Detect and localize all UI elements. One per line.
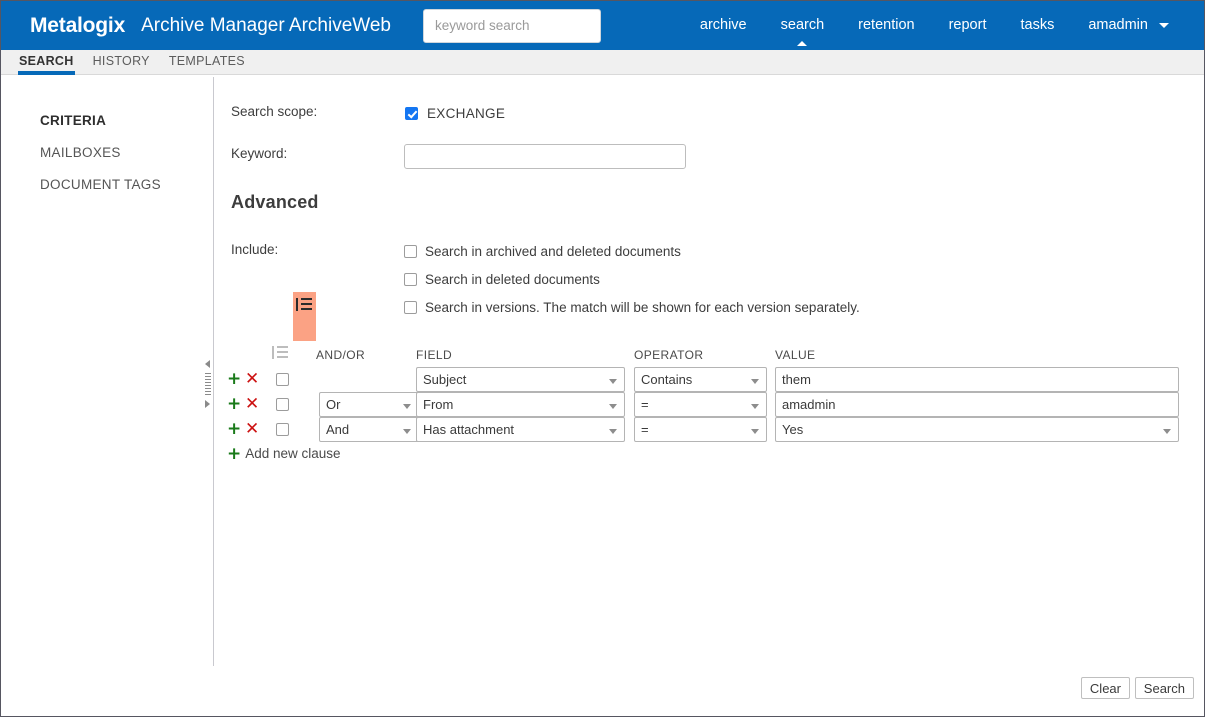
header-search-input[interactable] xyxy=(423,8,601,43)
operator-select[interactable]: = xyxy=(634,417,767,442)
nav-item-user-menu[interactable]: amadmin xyxy=(1071,1,1186,50)
field-select[interactable]: Subject xyxy=(416,367,625,392)
nav-item-report[interactable]: report xyxy=(932,1,1004,50)
sidebar-item-mailboxes[interactable]: MAILBOXES xyxy=(1,141,213,164)
app-header: Metalogix Archive Manager ArchiveWeb arc… xyxy=(1,1,1204,50)
tab-templates[interactable]: TEMPLATES xyxy=(168,50,246,75)
clause-group-highlight[interactable] xyxy=(293,292,316,341)
drag-grip-icon[interactable] xyxy=(205,373,211,395)
search-scope-label: Search scope: xyxy=(231,104,318,119)
row-select-checkbox[interactable] xyxy=(276,423,289,436)
column-header-operator: OPERATOR xyxy=(634,348,704,362)
nav-label-archive: archive xyxy=(699,17,747,33)
expand-right-icon[interactable] xyxy=(205,400,210,408)
nav-label-retention: retention xyxy=(858,17,915,33)
tab-label-history: HISTORY xyxy=(92,54,150,68)
operator-select[interactable]: Contains xyxy=(634,367,767,392)
footer-actions: Clear Search xyxy=(1,666,1204,716)
include-versions-checkbox[interactable] xyxy=(404,301,417,314)
bracket-list-icon xyxy=(296,298,312,311)
advanced-heading: Advanced xyxy=(231,192,319,212)
tab-label-search: SEARCH xyxy=(19,54,74,68)
search-scope-row: EXCHANGE xyxy=(405,106,505,121)
tab-bar: SEARCH HISTORY TEMPLATES xyxy=(1,50,1204,75)
sidebar-label-criteria: CRITERIA xyxy=(40,113,107,128)
add-new-clause-label: Add new clause xyxy=(245,446,341,461)
add-new-clause-button[interactable]: + Add new clause xyxy=(227,444,341,464)
column-header-field: FIELD xyxy=(416,348,453,362)
include-deleted-label: Search in deleted documents xyxy=(425,272,600,287)
nav-item-search[interactable]: search xyxy=(764,1,842,50)
include-label: Include: xyxy=(231,242,279,257)
delete-row-icon[interactable]: ✕ xyxy=(245,370,259,389)
keyword-label: Keyword: xyxy=(231,146,288,161)
top-navigation: archive search retention report tasks am… xyxy=(683,1,1186,50)
include-option-archived-deleted[interactable]: Search in archived and deleted documents xyxy=(404,244,860,259)
column-header-value: VALUE xyxy=(775,348,816,362)
sidebar-label-mailboxes: MAILBOXES xyxy=(40,145,121,160)
add-row-icon[interactable]: + xyxy=(227,395,241,414)
include-option-versions[interactable]: Search in versions. The match will be sh… xyxy=(404,300,860,315)
field-select[interactable]: Has attachment xyxy=(416,417,625,442)
tab-label-templates: TEMPLATES xyxy=(168,54,245,68)
tab-history[interactable]: HISTORY xyxy=(92,50,151,75)
include-archived-deleted-label: Search in archived and deleted documents xyxy=(425,244,681,259)
include-options-list: Search in archived and deleted documents… xyxy=(404,244,860,328)
plus-icon: + xyxy=(227,444,242,464)
sidebar-label-document-tags: DOCUMENT TAGS xyxy=(40,177,161,192)
delete-row-icon[interactable]: ✕ xyxy=(245,395,259,414)
include-option-deleted[interactable]: Search in deleted documents xyxy=(404,272,860,287)
value-select[interactable]: Yes xyxy=(775,417,1179,442)
scope-exchange-checkbox[interactable] xyxy=(405,107,418,120)
collapse-left-icon[interactable] xyxy=(205,360,210,368)
sidebar-item-criteria[interactable]: CRITERIA xyxy=(1,109,213,132)
tab-search[interactable]: SEARCH xyxy=(18,50,75,75)
add-row-icon[interactable]: + xyxy=(227,420,241,439)
sidebar-item-document-tags[interactable]: DOCUMENT TAGS xyxy=(1,173,213,196)
value-input[interactable]: amadmin xyxy=(775,392,1179,417)
include-versions-label: Search in versions. The match will be sh… xyxy=(425,300,860,315)
include-archived-deleted-checkbox[interactable] xyxy=(404,245,417,258)
brand-logo: Metalogix xyxy=(30,13,126,37)
field-select[interactable]: From xyxy=(416,392,625,417)
app-title: Archive Manager ArchiveWeb xyxy=(141,14,391,36)
nav-label-search: search xyxy=(780,17,825,33)
bracket-list-icon xyxy=(272,346,288,359)
operator-select[interactable]: = xyxy=(634,392,767,417)
keyword-input[interactable] xyxy=(404,144,686,169)
nav-item-retention[interactable]: retention xyxy=(841,1,931,50)
sidebar: CRITERIA MAILBOXES DOCUMENT TAGS xyxy=(1,76,213,666)
nav-label-report: report xyxy=(948,17,987,33)
search-button[interactable]: Search xyxy=(1134,677,1194,699)
andor-select[interactable]: And xyxy=(319,417,419,442)
nav-item-archive[interactable]: archive xyxy=(683,1,764,50)
clear-button[interactable]: Clear xyxy=(1080,677,1130,699)
criteria-panel: Search scope: EXCHANGE Keyword: Advanced… xyxy=(214,76,1204,666)
app-window: Metalogix Archive Manager ArchiveWeb arc… xyxy=(0,0,1205,717)
value-input[interactable]: them xyxy=(775,367,1179,392)
delete-row-icon[interactable]: ✕ xyxy=(245,420,259,439)
chevron-down-icon xyxy=(1159,22,1169,28)
sidebar-splitter-handle[interactable] xyxy=(202,359,213,409)
nav-label-tasks: tasks xyxy=(1020,17,1055,33)
row-select-checkbox[interactable] xyxy=(276,398,289,411)
include-deleted-checkbox[interactable] xyxy=(404,273,417,286)
andor-select[interactable]: Or xyxy=(319,392,419,417)
nav-item-tasks[interactable]: tasks xyxy=(1003,1,1071,50)
row-select-checkbox[interactable] xyxy=(276,373,289,386)
scope-exchange-label: EXCHANGE xyxy=(427,106,506,121)
column-header-andor: AND/OR xyxy=(316,348,366,362)
nav-label-user: amadmin xyxy=(1088,17,1148,33)
add-row-icon[interactable]: + xyxy=(227,370,241,389)
